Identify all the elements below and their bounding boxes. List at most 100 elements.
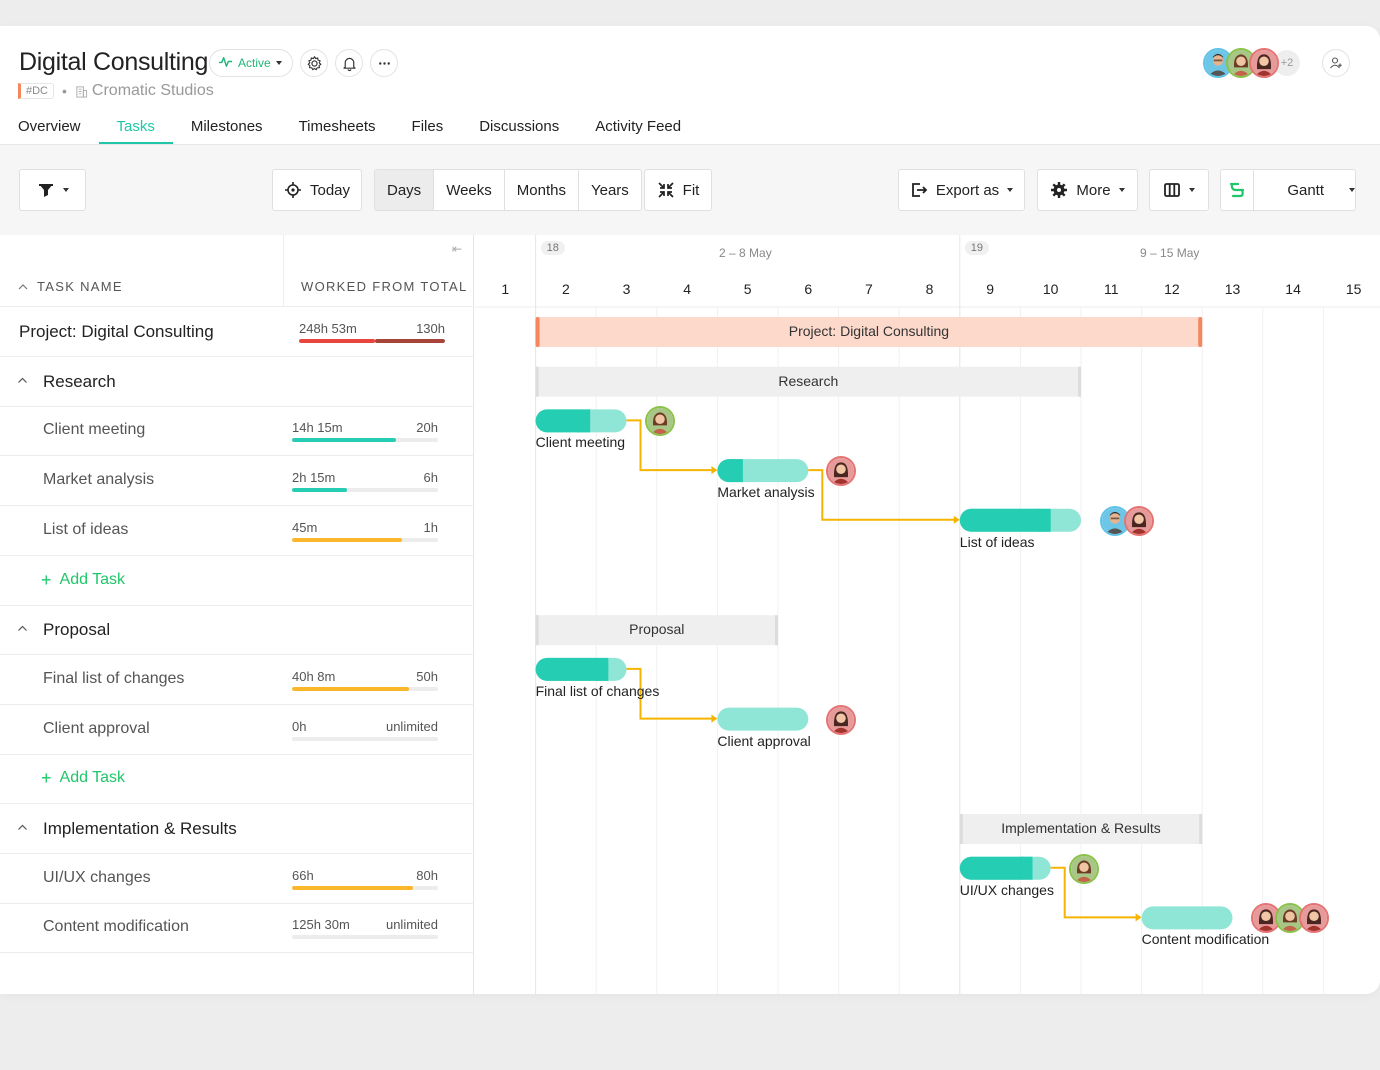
dependency-arrowhead xyxy=(1135,913,1142,922)
view-label: Gantt xyxy=(1287,181,1324,199)
scale-months[interactable]: Months xyxy=(505,170,579,210)
gear-icon xyxy=(1051,182,1068,198)
filter-button[interactable] xyxy=(19,169,86,211)
tab-overview[interactable]: Overview xyxy=(0,110,99,144)
today-button[interactable]: Today xyxy=(272,169,362,211)
scale-days[interactable]: Days xyxy=(375,170,435,210)
task-row[interactable]: UI/UX changes 66h 80h xyxy=(0,854,474,904)
task-name-column-header[interactable]: TASK NAME xyxy=(18,279,123,294)
assignee-avatars[interactable] xyxy=(826,704,857,735)
task-row[interactable]: Content modification 125h 30m unlimited xyxy=(0,903,474,954)
avatar xyxy=(1124,505,1154,536)
task-name[interactable]: Final list of changes xyxy=(43,670,184,688)
scale-years[interactable]: Years xyxy=(579,170,641,210)
chevron-down-icon xyxy=(1118,188,1125,192)
settings-button[interactable] xyxy=(300,49,328,77)
plus-icon: + xyxy=(41,569,52,590)
tab-discussions[interactable]: Discussions xyxy=(461,110,577,144)
summary-bar-label[interactable]: Proposal xyxy=(536,621,778,637)
task-row[interactable]: List of ideas 45m 1h xyxy=(0,506,474,556)
assignee-avatars[interactable] xyxy=(644,406,675,437)
task-name[interactable]: Client approval xyxy=(43,720,150,738)
notifications-button[interactable] xyxy=(335,49,363,77)
more-label: More xyxy=(1076,181,1111,199)
project-bar-label[interactable]: Project: Digital Consulting xyxy=(536,323,1203,339)
add-task-button[interactable]: + Add Task xyxy=(41,571,125,589)
fit-button[interactable]: Fit xyxy=(644,169,712,211)
task-name[interactable]: Content modification xyxy=(43,918,189,936)
columns-button[interactable] xyxy=(1149,169,1209,211)
status-dropdown[interactable]: Active xyxy=(209,49,293,77)
avatar xyxy=(644,406,675,437)
project-tag: #DC xyxy=(18,83,55,99)
task-bar-label[interactable]: Client meeting xyxy=(536,434,626,450)
task-bar-label[interactable]: List of ideas xyxy=(960,534,1035,550)
tab-timesheets[interactable]: Timesheets xyxy=(281,110,394,144)
assignee-avatars[interactable] xyxy=(1100,505,1154,536)
day-number: 6 xyxy=(804,281,813,297)
week-range-label: 9 – 15 May xyxy=(1140,246,1200,260)
task-row[interactable]: Market analysis 2h 15m 6h xyxy=(0,456,474,507)
day-number: 3 xyxy=(622,281,631,297)
task-name[interactable]: Project: Digital Consulting xyxy=(19,322,214,342)
plus-icon: + xyxy=(41,768,52,789)
assignee-avatars[interactable] xyxy=(1068,853,1099,884)
task-name[interactable]: List of ideas xyxy=(43,521,128,539)
export-button[interactable]: Export as xyxy=(898,169,1025,211)
project-members[interactable]: +2 xyxy=(1203,48,1302,78)
tab-files[interactable]: Files xyxy=(394,110,462,144)
add-task-row[interactable]: + Add Task xyxy=(0,754,474,805)
assignee-avatars[interactable] xyxy=(826,456,857,487)
task-bar-label[interactable]: Market analysis xyxy=(717,484,814,500)
task-bar-label[interactable]: UI/UX changes xyxy=(960,882,1054,898)
task-bar xyxy=(1141,906,1233,930)
group-row[interactable]: Research xyxy=(0,357,474,407)
collapse-panel-icon[interactable]: ⇤ xyxy=(452,242,462,256)
tab-activity-feed[interactable]: Activity Feed xyxy=(577,110,699,144)
project-title: Digital Consulting xyxy=(19,48,209,76)
day-number: 12 xyxy=(1164,281,1180,297)
building-icon xyxy=(76,85,87,98)
scale-weeks[interactable]: Weeks xyxy=(434,170,505,210)
total-time: 130h xyxy=(416,321,445,336)
project-row[interactable]: Project: Digital Consulting 248h 53m 130h xyxy=(0,307,474,357)
progress-fill xyxy=(299,339,375,343)
task-bar-label[interactable]: Final list of changes xyxy=(536,683,660,699)
day-number: 15 xyxy=(1345,281,1362,297)
task-row[interactable]: Client approval 0h unlimited xyxy=(0,705,474,755)
task-name[interactable]: UI/UX changes xyxy=(43,869,151,887)
total-time: unlimited xyxy=(385,917,438,933)
view-switcher[interactable]: Gantt xyxy=(1220,169,1356,211)
add-member-button[interactable] xyxy=(1322,49,1350,77)
gantt-toolbar: Today Days Weeks Months Years Fit Export… xyxy=(0,144,1380,235)
dependency-arrowhead xyxy=(711,466,718,475)
chevron-up-icon[interactable] xyxy=(17,822,28,833)
day-number: 11 xyxy=(1104,281,1119,297)
task-bar-label[interactable]: Content modification xyxy=(1142,931,1270,947)
task-name[interactable]: Market analysis xyxy=(43,471,154,489)
chevron-up-icon[interactable] xyxy=(17,375,28,386)
worked-time: 66h xyxy=(292,867,314,883)
tab-tasks[interactable]: Tasks xyxy=(98,110,174,144)
assignee-avatars[interactable] xyxy=(1250,903,1329,934)
task-list: ⇤ TASK NAME WORKED FROM TOTAL Project: D… xyxy=(0,235,474,994)
summary-bar-label[interactable]: Implementation & Results xyxy=(960,820,1202,836)
add-task-row[interactable]: + Add Task xyxy=(0,556,474,606)
client-link[interactable]: Cromatic Studios xyxy=(75,82,214,100)
tab-milestones[interactable]: Milestones xyxy=(173,110,281,144)
chevron-up-icon[interactable] xyxy=(17,623,28,634)
task-name[interactable]: Client meeting xyxy=(43,421,145,439)
more-button[interactable]: More xyxy=(1037,169,1138,211)
group-row[interactable]: Implementation & Results xyxy=(0,804,474,854)
add-task-button[interactable]: + Add Task xyxy=(41,769,125,787)
task-bar-label[interactable]: Client approval xyxy=(717,733,810,749)
activity-pulse-icon xyxy=(218,54,233,72)
more-options-button[interactable] xyxy=(370,49,398,77)
separator-dot: • xyxy=(62,83,67,99)
task-row[interactable]: Final list of changes 40h 8m 50h xyxy=(0,655,474,705)
project-header: Digital Consulting Active #DC • Cromatic… xyxy=(0,26,1380,144)
task-row[interactable]: Client meeting 14h 15m 20h xyxy=(0,406,474,457)
add-user-icon xyxy=(1330,57,1342,69)
group-row[interactable]: Proposal xyxy=(0,605,474,656)
summary-bar-label[interactable]: Research xyxy=(536,373,1081,389)
